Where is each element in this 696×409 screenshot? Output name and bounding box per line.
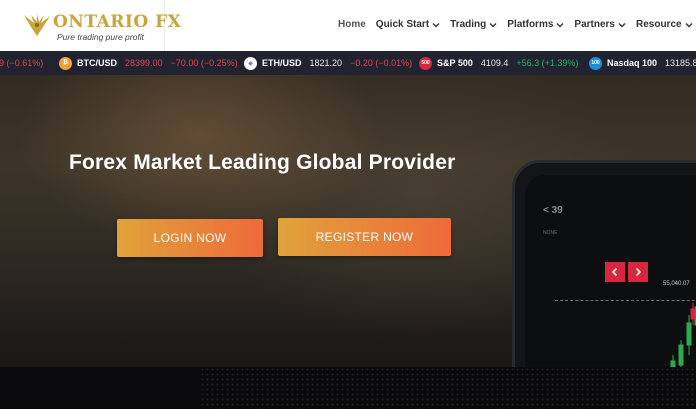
chevron-down-icon: [556, 22, 564, 27]
nav-platforms[interactable]: Platforms: [507, 19, 564, 30]
nav-platforms-label: Platforms: [507, 19, 554, 30]
slider-arrows: [605, 262, 651, 282]
nav-quick-start-label: Quick Start: [375, 19, 430, 30]
sp500-icon: 500: [419, 56, 432, 70]
logo[interactable]: ONTARIO FX Pure trading pure profit: [0, 0, 181, 51]
nav-home[interactable]: Home: [338, 19, 366, 30]
ticker-symbol: Nasdaq 100: [607, 58, 658, 68]
nav-trading-label: Trading: [450, 19, 487, 30]
market-ticker: 9 (−0.61%) ₿ BTC/USD 28399.00 −70.00 (−0…: [0, 51, 696, 75]
ticker-item-sp500[interactable]: 500 S&P 500 4109.4 +56.3 (+1.39%): [419, 51, 586, 75]
ticker-item-partial[interactable]: 9 (−0.61%): [0, 51, 51, 75]
ticker-symbol: S&P 500: [437, 58, 473, 68]
ticker-item-eth[interactable]: ◆ ETH/USD 1821.20 −0.20 (−0.01%): [244, 51, 420, 75]
nav-partners[interactable]: Partners: [574, 19, 626, 30]
ticker-price: 28399.00: [125, 58, 163, 68]
hero-banner: Forex Market Leading Global Provider LOG…: [0, 75, 696, 367]
ticker-change: −0.20 (−0.01%): [350, 58, 413, 68]
login-button[interactable]: LOGIN NOW: [117, 219, 263, 257]
ticker-change: +56.3 (+1.39%): [516, 58, 579, 68]
nasdaq-icon: 100: [589, 56, 602, 70]
ethereum-icon: ◆: [244, 56, 257, 70]
ticker-symbol: BTC/USD: [77, 58, 117, 68]
site-header: ONTARIO FX Pure trading pure profit Home…: [0, 0, 696, 51]
hero-title: Forex Market Leading Global Provider: [69, 151, 456, 174]
register-button[interactable]: REGISTER NOW: [278, 218, 451, 256]
ticker-price: 1821.20: [309, 58, 343, 68]
chevron-down-icon: [432, 22, 440, 27]
dot-pattern: [200, 367, 696, 409]
ticker-item-btc[interactable]: ₿ BTC/USD 28399.00 −70.00 (−0.25%): [59, 51, 246, 75]
nav-resource[interactable]: Resource: [636, 19, 693, 30]
chevron-left-icon: [611, 267, 618, 277]
nav-home-label: Home: [338, 19, 366, 30]
chevron-down-icon: [685, 22, 693, 27]
slider-prev-button[interactable]: [605, 262, 625, 282]
ticker-price: 4109.4: [480, 58, 509, 68]
nav-resource-label: Resource: [635, 19, 682, 30]
chevron-right-icon: [635, 267, 642, 277]
ticker-item-nasdaq[interactable]: 100 Nasdaq 100 13185.8: [589, 51, 696, 75]
ticker-price: 13185.8: [665, 58, 696, 68]
nav-trading[interactable]: Trading: [450, 19, 497, 30]
main-nav: Home Quick Start Trading Platforms Partn…: [338, 19, 696, 30]
brand-tagline: Pure trading pure profit: [57, 32, 144, 42]
bitcoin-icon: ₿: [59, 56, 72, 70]
eagle-logo-icon: [24, 14, 50, 36]
nav-partners-label: Partners: [574, 19, 615, 30]
chevron-down-icon: [489, 22, 497, 27]
ticker-change: −70.00 (−0.25%): [170, 58, 238, 68]
brand-name: ONTARIO FX: [53, 12, 182, 32]
ticker-symbol: ETH/USD: [262, 58, 302, 68]
slider-next-button[interactable]: [628, 262, 648, 282]
ticker-change: 9 (−0.61%): [0, 58, 44, 68]
nav-quick-start[interactable]: Quick Start: [376, 19, 440, 30]
chevron-down-icon: [618, 22, 626, 27]
phone-mockup: < 39 NONE 55,040.07: [512, 160, 696, 367]
